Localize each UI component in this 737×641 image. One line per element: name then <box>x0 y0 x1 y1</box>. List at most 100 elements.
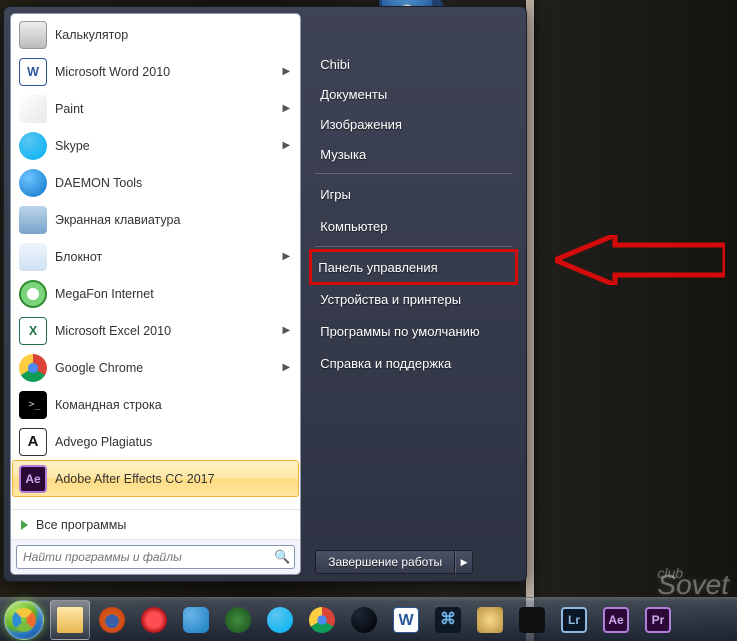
program-item[interactable]: Блокнот ▶ <box>12 238 299 275</box>
taskbar-after-effects-button[interactable]: Ae <box>596 600 636 640</box>
qbittorrent-icon <box>183 607 209 633</box>
right-pane-link[interactable]: Изображения <box>311 109 516 139</box>
desktop-divider <box>526 0 534 641</box>
search-box[interactable]: 🔍 <box>16 545 295 569</box>
lightroom-icon: Lr <box>561 607 587 633</box>
excel-icon: X <box>19 317 47 345</box>
program-list: КалькуляторWMicrosoft Word 2010▶Paint▶Sk… <box>11 14 300 509</box>
skype-icon <box>267 607 293 633</box>
menu-separator <box>315 246 512 247</box>
program-label: Advego Plagiatus <box>55 435 152 449</box>
note-icon <box>19 243 47 271</box>
program-label: Paint <box>55 102 84 116</box>
submenu-arrow-icon: ▶ <box>283 325 295 336</box>
osk-icon <box>19 206 47 234</box>
battle-net-icon: ⌘ <box>435 607 461 633</box>
hearthstone-icon <box>477 607 503 633</box>
right-pane-link[interactable]: Музыка <box>311 139 516 169</box>
taskbar-firefox-button[interactable] <box>92 600 132 640</box>
program-label: DAEMON Tools <box>55 176 142 190</box>
opera-icon <box>141 607 167 633</box>
start-menu: КалькуляторWMicrosoft Word 2010▶Paint▶Sk… <box>3 6 527 582</box>
shutdown-options-button[interactable]: ▶ <box>455 550 473 574</box>
calc-icon <box>19 21 47 49</box>
taskbar-opera-button[interactable] <box>134 600 174 640</box>
program-label: Блокнот <box>55 250 102 264</box>
submenu-arrow-icon: ▶ <box>283 140 295 151</box>
program-label: Командная строка <box>55 398 162 412</box>
menu-separator <box>315 173 512 174</box>
program-item[interactable]: Paint▶ <box>12 90 299 127</box>
daemon-icon <box>19 169 47 197</box>
after-effects-icon: Ae <box>603 607 629 633</box>
right-pane-link[interactable]: Панель управления <box>309 249 518 285</box>
explorer-icon <box>57 607 83 633</box>
triangle-right-icon <box>21 520 28 530</box>
program-label: Skype <box>55 139 90 153</box>
word-icon: W <box>393 607 419 633</box>
program-item[interactable]: Экранная клавиатура <box>12 201 299 238</box>
submenu-arrow-icon: ▶ <box>283 66 295 77</box>
program-label: MegaFon Internet <box>55 287 154 301</box>
all-programs-label: Все программы <box>36 518 126 532</box>
program-item[interactable]: >_Командная строка <box>12 386 299 423</box>
chrome-icon <box>19 354 47 382</box>
steam-icon <box>351 607 377 633</box>
user-folder-link[interactable]: Chibi <box>311 49 516 79</box>
program-item[interactable]: W Microsoft Word 2010 ▶ <box>12 53 299 90</box>
shutdown-row: Завершение работы ▶ <box>311 549 516 575</box>
mega-icon <box>19 280 47 308</box>
program-item[interactable]: Калькулятор <box>12 16 299 53</box>
firefox-icon <box>99 607 125 633</box>
right-pane-link[interactable]: Программы по умолчанию <box>311 315 516 347</box>
program-label: Калькулятор <box>55 28 128 42</box>
taskbar-steam-button[interactable] <box>344 600 384 640</box>
ae-icon: Ae <box>19 465 47 493</box>
taskbar-explorer-button[interactable] <box>50 600 90 640</box>
taskbar-hearthstone-button[interactable] <box>470 600 510 640</box>
program-label: Google Chrome <box>55 361 143 375</box>
skype-icon <box>19 132 47 160</box>
taskbar-chrome-button[interactable] <box>302 600 342 640</box>
program-label: Microsoft Excel 2010 <box>55 324 171 338</box>
right-pane-link[interactable]: Игры <box>311 178 516 210</box>
start-menu-left-pane: КалькуляторWMicrosoft Word 2010▶Paint▶Sk… <box>10 13 301 575</box>
word-icon: W <box>19 58 47 86</box>
taskbar: W ⌘ Lr Ae Pr <box>0 597 737 641</box>
chrome-icon <box>309 607 335 633</box>
taskbar-word-button[interactable]: W <box>386 600 426 640</box>
taskbar-battle-net-button[interactable]: ⌘ <box>428 600 468 640</box>
shutdown-button[interactable]: Завершение работы <box>315 550 455 574</box>
right-pane-link[interactable]: Документы <box>311 79 516 109</box>
taskbar-lightroom-button[interactable]: Lr <box>554 600 594 640</box>
all-programs-button[interactable]: Все программы <box>11 509 300 539</box>
utorrent-icon <box>225 607 251 633</box>
taskbar-premiere-button[interactable]: Pr <box>638 600 678 640</box>
premiere-icon: Pr <box>645 607 671 633</box>
submenu-arrow-icon: ▶ <box>283 251 295 262</box>
program-label: Adobe After Effects CC 2017 <box>55 472 215 486</box>
search-icon: 🔍 <box>274 549 290 565</box>
right-pane-link[interactable]: Устройства и принтеры <box>311 283 516 315</box>
search-input[interactable] <box>21 549 274 565</box>
right-pane-link[interactable]: Компьютер <box>311 210 516 242</box>
program-item[interactable]: Ae Adobe After Effects CC 2017 <box>12 460 299 497</box>
program-item[interactable]: MegaFon Internet <box>12 275 299 312</box>
taskbar-qbittorrent-button[interactable] <box>176 600 216 640</box>
taskbar-utorrent-button[interactable] <box>218 600 258 640</box>
program-label: Экранная клавиатура <box>55 213 180 227</box>
start-button[interactable] <box>4 600 44 640</box>
submenu-arrow-icon: ▶ <box>283 362 295 373</box>
taskbar-overwatch-button[interactable] <box>512 600 552 640</box>
program-item[interactable]: Skype ▶ <box>12 127 299 164</box>
right-pane-link[interactable]: Справка и поддержка <box>311 347 516 379</box>
adv-icon: A <box>19 428 47 456</box>
taskbar-skype-button[interactable] <box>260 600 300 640</box>
start-menu-right-pane: Chibi ДокументыИзображенияМузыка ИгрыКом… <box>301 13 520 575</box>
program-label: Microsoft Word 2010 <box>55 65 170 79</box>
program-item[interactable]: X Microsoft Excel 2010 ▶ <box>12 312 299 349</box>
program-item[interactable]: DAEMON Tools <box>12 164 299 201</box>
program-item[interactable]: Google Chrome ▶ <box>12 349 299 386</box>
overwatch-icon <box>519 607 545 633</box>
program-item[interactable]: A Advego Plagiatus <box>12 423 299 460</box>
